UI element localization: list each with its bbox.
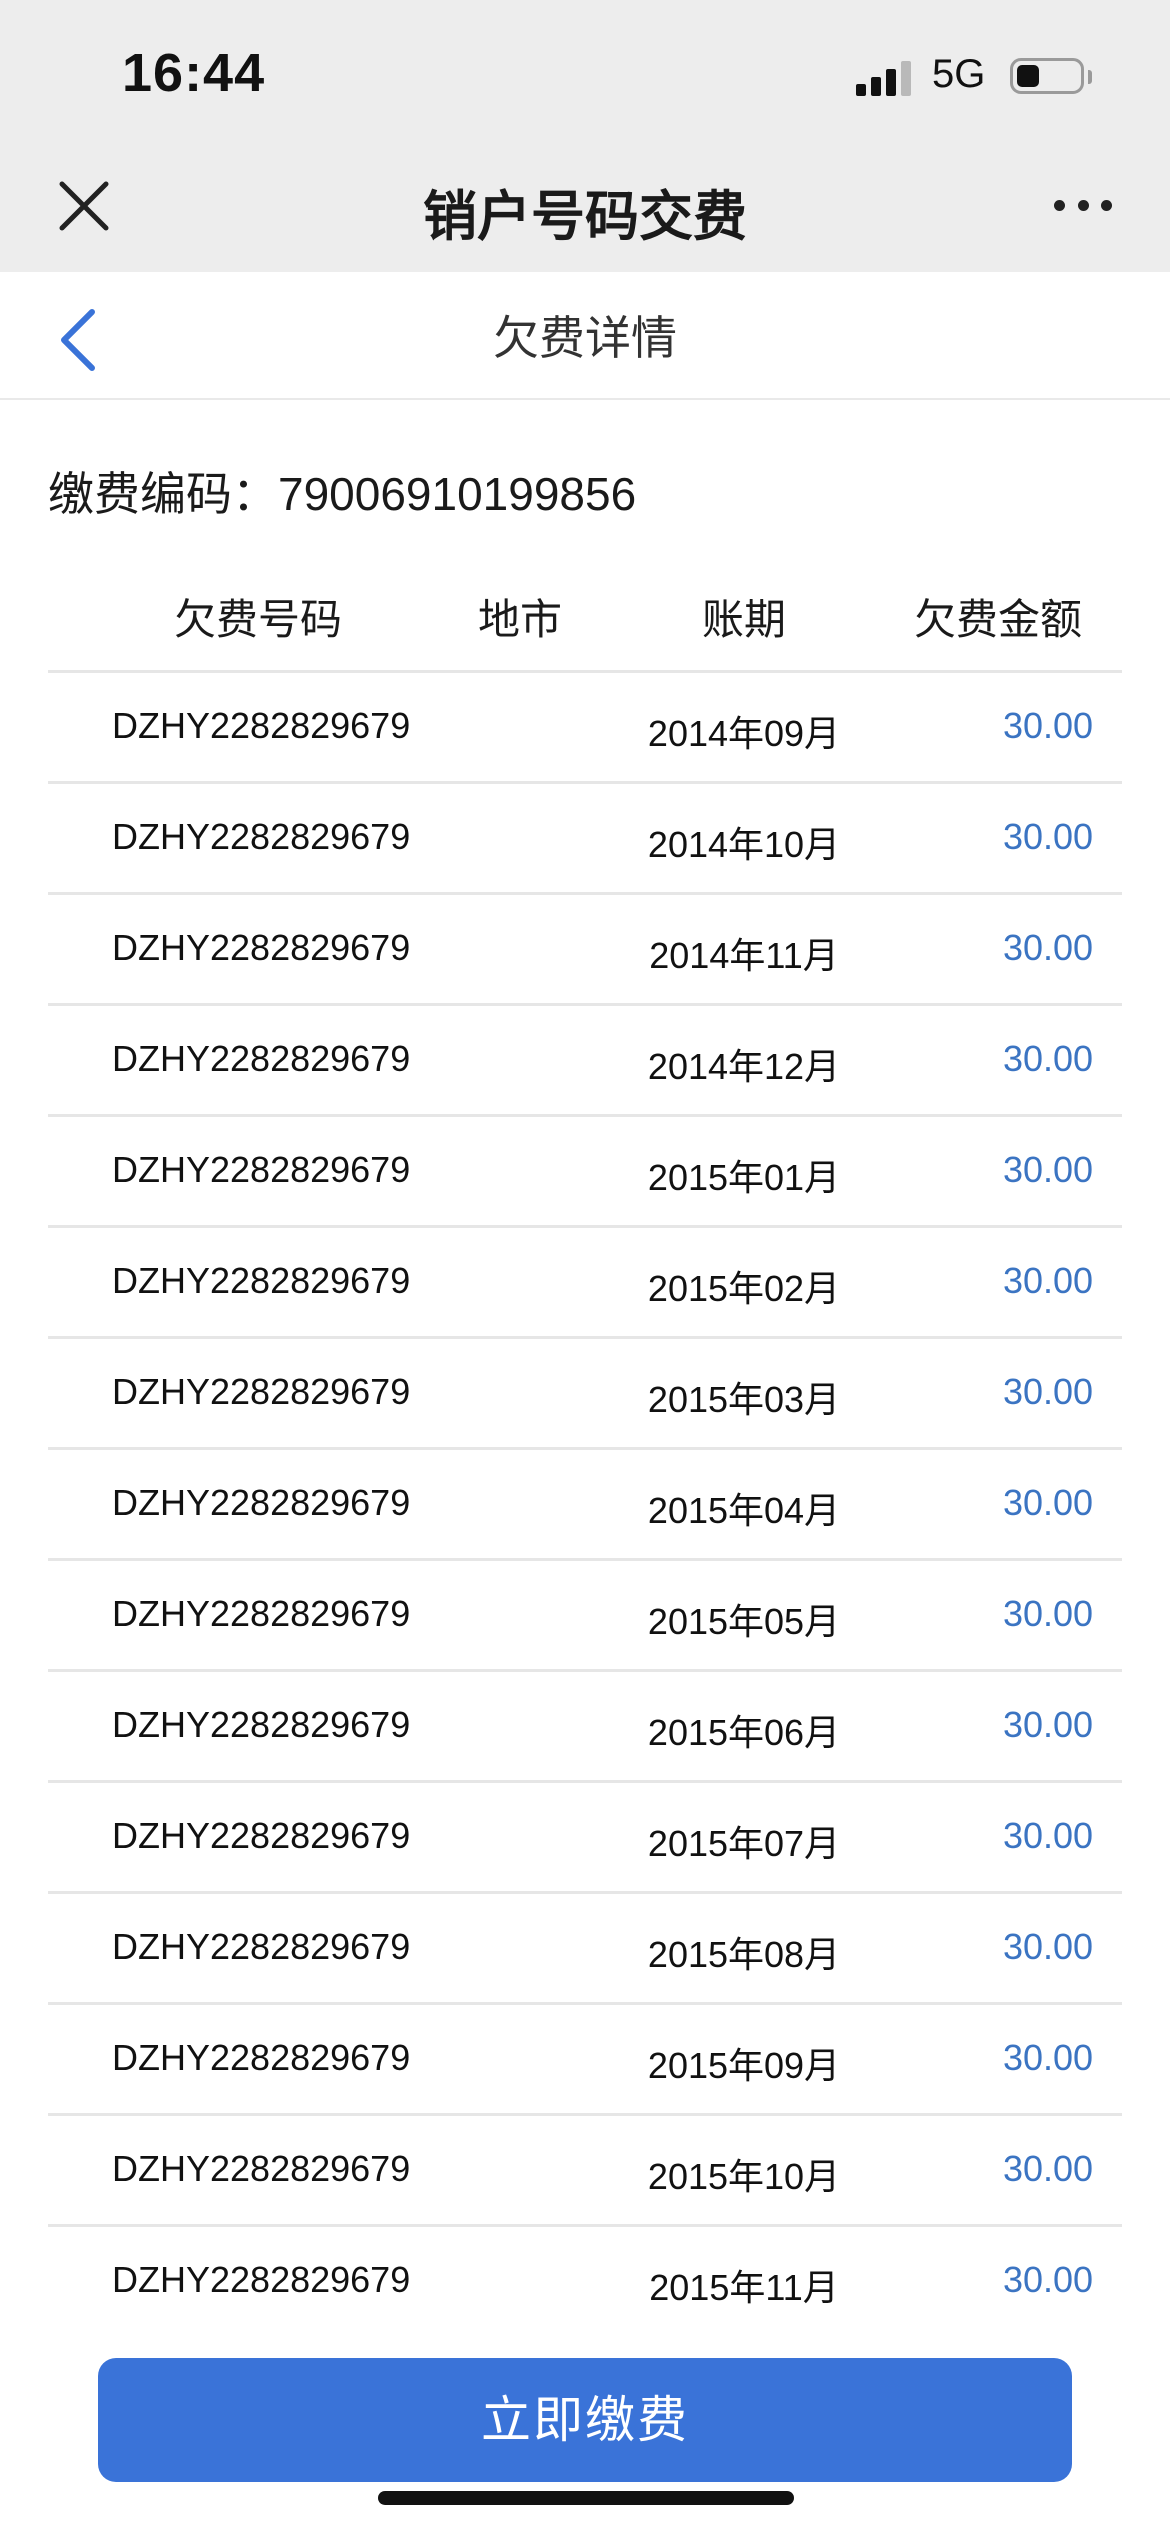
cell-period: 2015年10月 — [647, 2156, 841, 2197]
table-row: DZHY2282829679 2015年02月 30.00 — [48, 1228, 1122, 1339]
cell-period: 2014年10月 — [647, 824, 841, 865]
cell-amount: 30.00 — [1002, 1260, 1094, 1301]
cell-period: 2015年04月 — [647, 1490, 841, 1531]
cell-amount: 30.00 — [1002, 1926, 1094, 1967]
header-number: 欠费号码 — [173, 596, 342, 643]
cell-period: 2014年11月 — [649, 935, 839, 976]
cell-amount: 30.00 — [1002, 1371, 1094, 1412]
cell-period: 2015年03月 — [647, 1379, 841, 1420]
cell-number: DZHY2282829679 — [112, 816, 411, 857]
header-period: 账期 — [701, 596, 786, 643]
cell-number: DZHY2282829679 — [112, 1149, 411, 1190]
payment-code-label: 缴费编码： — [48, 468, 278, 520]
header-amount: 欠费金额 — [913, 596, 1082, 643]
cell-number: DZHY2282829679 — [112, 1371, 411, 1412]
table-row: DZHY2282829679 2015年03月 30.00 — [48, 1339, 1122, 1450]
cell-amount: 30.00 — [1002, 2148, 1094, 2189]
table-row: DZHY2282829679 2015年04月 30.00 — [48, 1450, 1122, 1561]
arrears-table: 欠费号码 地市 账期 欠费金额 DZHY2282829679 2014年09月 … — [48, 570, 1122, 2338]
cell-number: DZHY2282829679 — [112, 1593, 411, 1634]
cell-amount: 30.00 — [1002, 1038, 1094, 1079]
cell-number: DZHY2282829679 — [112, 1815, 411, 1856]
table-row: DZHY2282829679 2015年07月 30.00 — [48, 1783, 1122, 1894]
cell-period: 2015年09月 — [647, 2045, 841, 2086]
cell-period: 2015年11月 — [649, 2267, 839, 2308]
payment-code: 缴费编码：79006910199856 — [48, 458, 636, 524]
battery-tip — [1088, 70, 1092, 84]
pay-now-button[interactable]: 立即缴费 — [98, 2358, 1072, 2482]
table-row: DZHY2282829679 2014年12月 30.00 — [48, 1006, 1122, 1117]
table-row: DZHY2282829679 2014年09月 30.00 — [48, 673, 1122, 784]
table-row: DZHY2282829679 2015年10月 30.00 — [48, 2116, 1122, 2227]
table-row: DZHY2282829679 2015年01月 30.00 — [48, 1117, 1122, 1228]
more-icon[interactable] — [1054, 196, 1112, 214]
table-row: DZHY2282829679 2015年11月 30.00 — [48, 2227, 1122, 2338]
cell-number: DZHY2282829679 — [112, 2037, 411, 2078]
page-title: 销户号码交费 — [423, 187, 747, 247]
cell-amount: 30.00 — [1002, 1704, 1094, 1745]
cell-amount: 30.00 — [1002, 1149, 1094, 1190]
cell-period: 2015年08月 — [647, 1934, 841, 1975]
table-row: DZHY2282829679 2015年06月 30.00 — [48, 1672, 1122, 1783]
cell-number: DZHY2282829679 — [112, 1482, 411, 1523]
table-row: DZHY2282829679 2015年09月 30.00 — [48, 2005, 1122, 2116]
cell-amount: 30.00 — [1002, 2037, 1094, 2078]
battery-icon — [1010, 58, 1084, 94]
cell-number: DZHY2282829679 — [112, 2259, 411, 2300]
cell-number: DZHY2282829679 — [112, 1926, 411, 1967]
cell-number: DZHY2282829679 — [112, 927, 411, 968]
cell-period: 2015年01月 — [647, 1157, 841, 1198]
cell-period: 2015年05月 — [647, 1601, 841, 1642]
table-row: DZHY2282829679 2015年05月 30.00 — [48, 1561, 1122, 1672]
cell-amount: 30.00 — [1002, 927, 1094, 968]
table-row: DZHY2282829679 2015年08月 30.00 — [48, 1894, 1122, 2005]
cell-period: 2015年06月 — [647, 1712, 841, 1753]
cell-number: DZHY2282829679 — [112, 1260, 411, 1301]
cell-period: 2015年02月 — [647, 1268, 841, 1309]
cell-amount: 30.00 — [1002, 1482, 1094, 1523]
network-type: 5G — [932, 52, 986, 96]
table-row: DZHY2282829679 2014年10月 30.00 — [48, 784, 1122, 895]
cell-amount: 30.00 — [1002, 816, 1094, 857]
cell-number: DZHY2282829679 — [112, 1038, 411, 1079]
payment-code-value: 79006910199856 — [278, 468, 637, 520]
cell-period: 2014年09月 — [647, 713, 841, 754]
sub-header: 欠费详情 — [0, 272, 1170, 400]
table-header: 欠费号码 地市 账期 欠费金额 — [48, 570, 1122, 673]
cell-amount: 30.00 — [1002, 1815, 1094, 1856]
status-time: 16:44 — [122, 43, 266, 103]
sub-title: 欠费详情 — [493, 312, 677, 364]
header-city: 地市 — [477, 596, 562, 643]
cell-number: DZHY2282829679 — [112, 2148, 411, 2189]
cell-amount: 30.00 — [1002, 705, 1094, 746]
cell-period: 2015年07月 — [647, 1823, 841, 1864]
table-row: DZHY2282829679 2014年11月 30.00 — [48, 895, 1122, 1006]
cell-amount: 30.00 — [1002, 2259, 1094, 2300]
cell-number: DZHY2282829679 — [112, 1704, 411, 1745]
signal-icon — [856, 60, 912, 96]
cell-period: 2014年12月 — [647, 1046, 841, 1087]
home-indicator — [378, 2491, 794, 2505]
cell-number: DZHY2282829679 — [112, 705, 411, 746]
cell-amount: 30.00 — [1002, 1593, 1094, 1634]
